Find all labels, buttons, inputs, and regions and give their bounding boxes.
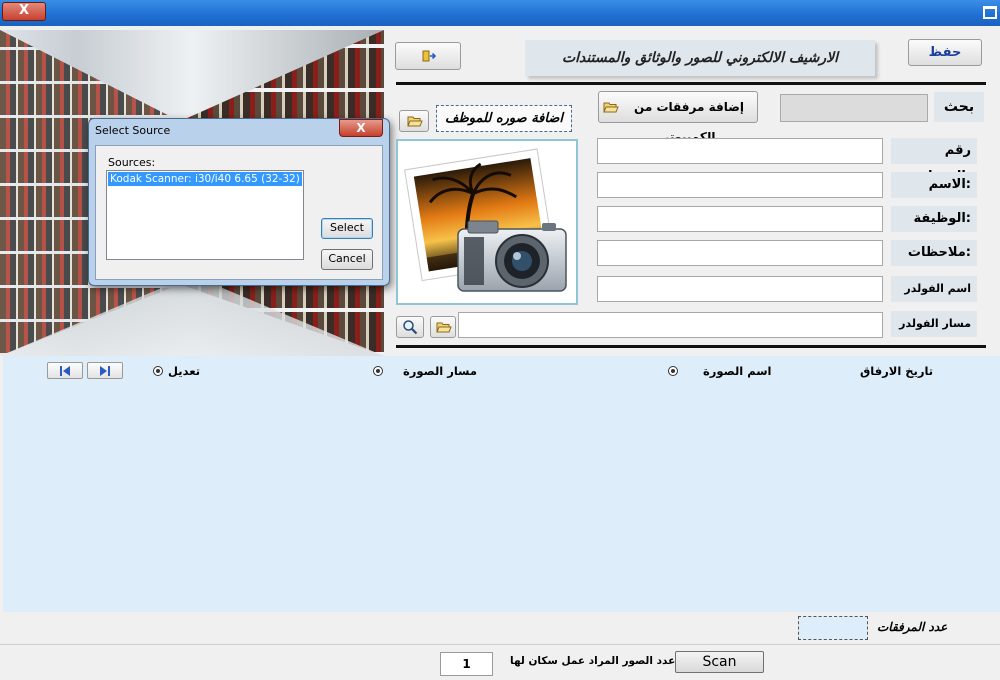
column-header-date[interactable]: تاريخ الارفاق (860, 364, 933, 378)
employee-number-label: رقم الموظف: (891, 138, 977, 184)
form-divider (396, 345, 986, 348)
first-arrow-icon (60, 366, 70, 376)
scan-count-label: عدد الصور المراد عمل سكان لها (510, 655, 676, 667)
save-button[interactable]: حفظ (908, 39, 982, 66)
employee-photo-frame[interactable] (396, 139, 578, 305)
image-path-column-radio[interactable] (373, 366, 383, 376)
folder-name-label: اسم الفولدر (891, 276, 977, 302)
header-divider (396, 82, 986, 85)
last-record-button[interactable] (87, 362, 123, 379)
notes-input[interactable] (597, 240, 883, 266)
folder-path-input[interactable] (458, 312, 883, 338)
folder-name-input[interactable] (597, 276, 883, 302)
search-input[interactable] (780, 94, 928, 122)
search-label: بحث (934, 92, 984, 122)
add-attachments-button[interactable]: إضافة مرفقات من الكمبيوتر (598, 91, 758, 144)
title-bar: X (0, 0, 1000, 26)
exit-door-icon (422, 50, 436, 62)
sources-listbox[interactable]: Kodak Scanner: i30/i40 6.65 (32-32) (106, 170, 304, 260)
preview-button[interactable] (396, 316, 424, 338)
sources-label: Sources: (108, 156, 156, 169)
camera-photo-icon (404, 148, 567, 292)
browse-photo-button[interactable] (399, 110, 429, 132)
select-source-dialog: Select Source X Sources: Kodak Scanner: … (88, 118, 390, 286)
job-label: الوظيفة: (891, 206, 977, 232)
column-header-image-name[interactable]: اسم الصورة (703, 364, 771, 378)
attachments-grid[interactable]: تعديل مسار الصورة اسم الصورة تاريخ الارف… (3, 356, 1000, 612)
add-employee-photo-label: اضافة صوره للموظف (436, 105, 572, 132)
job-input[interactable] (597, 206, 883, 232)
column-header-image-path[interactable]: مسار الصورة (403, 364, 477, 378)
first-record-button[interactable] (47, 362, 83, 379)
attachments-count-value (798, 616, 868, 640)
last-arrow-icon (100, 366, 110, 376)
window-title (300, 4, 700, 20)
window-maximize-icon[interactable] (983, 6, 997, 19)
name-label: الاسم: (891, 172, 977, 198)
select-button[interactable]: Select (321, 218, 373, 239)
name-input[interactable] (597, 172, 883, 198)
folder-open-icon (407, 116, 423, 127)
image-name-column-radio[interactable] (668, 366, 678, 376)
employee-number-input[interactable] (597, 138, 883, 164)
magnifier-icon (403, 320, 418, 335)
notes-label: ملاحظات: (891, 240, 977, 266)
folder-open-icon (436, 322, 452, 333)
scan-count-input[interactable]: 1 (440, 652, 493, 676)
folder-path-label: مسار الفولدر (891, 311, 977, 337)
column-header-edit[interactable]: تعديل (168, 364, 200, 378)
exit-button[interactable] (395, 42, 461, 70)
scan-button[interactable]: Scan (675, 651, 764, 673)
source-list-item[interactable]: Kodak Scanner: i30/i40 6.65 (32-32) (108, 172, 302, 186)
footer-divider (0, 644, 1000, 645)
app-banner-title: الارشيف الالكتروني للصور والوثائق والمست… (525, 40, 875, 76)
folder-open-icon (603, 102, 619, 113)
cancel-button[interactable]: Cancel (321, 249, 373, 270)
dialog-title: Select Source (95, 124, 171, 137)
attachments-count-label: عدد المرفقات (877, 620, 948, 634)
browse-folder-button[interactable] (430, 316, 456, 338)
window-close-button[interactable]: X (2, 2, 46, 21)
edit-column-radio[interactable] (153, 366, 163, 376)
dialog-close-button[interactable]: X (339, 119, 383, 137)
dialog-body: Sources: Kodak Scanner: i30/i40 6.65 (32… (95, 145, 383, 280)
